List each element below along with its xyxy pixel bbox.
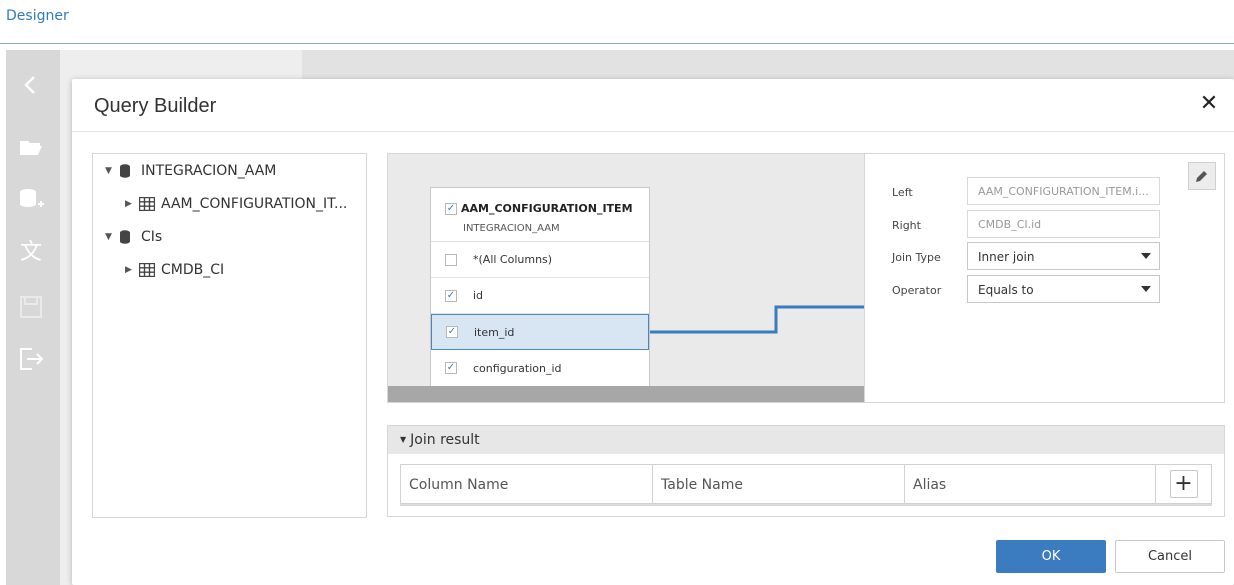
tree-item-label: AAM_CONFIGURATION_IT... [161, 196, 348, 212]
column-label: id [473, 289, 484, 302]
close-icon[interactable]: ✕ [1198, 93, 1220, 115]
left-field: AAM_CONFIGURATION_ITEM.i... [967, 177, 1160, 205]
tree-item-cmdb-ci[interactable]: ▶ CMDB_CI [125, 259, 224, 281]
column-row-selected[interactable]: ✓ item_id [431, 314, 649, 350]
join-type-value: Inner join [978, 250, 1035, 264]
diagram-table-aam-configuration-item[interactable]: ✓ AAM_CONFIGURATION_ITEM INTEGRACION_AAM… [430, 187, 650, 387]
open-folder-icon[interactable] [18, 134, 44, 160]
diagram-table-header: ✓ AAM_CONFIGURATION_ITEM INTEGRACION_AAM [431, 188, 649, 242]
database-icon [119, 164, 137, 178]
add-datasource-icon[interactable] [18, 186, 44, 212]
column-checkbox[interactable] [445, 253, 457, 266]
join-result-section: ▼ Join result Column Name Table Name Alia… [387, 425, 1225, 517]
query-builder-dialog: Query Builder ✕ ▼ INTEGRACION_AAM ▶ AAM_… [72, 79, 1234, 585]
ok-button[interactable]: OK [996, 540, 1106, 573]
title-divider [72, 131, 1234, 132]
operator-label: Operator [892, 284, 942, 297]
edit-button[interactable] [1188, 162, 1216, 190]
column-row[interactable]: *(All Columns) [431, 242, 649, 278]
join-result-title: Join result [410, 432, 480, 448]
datasource-tree: ▼ INTEGRACION_AAM ▶ AAM_CONFIGURATION_IT… [92, 153, 367, 518]
add-column-cell: + [1156, 465, 1211, 503]
collapse-caret-icon[interactable]: ▼ [400, 435, 406, 444]
table-checkbox[interactable]: ✓ [445, 202, 457, 215]
join-result-header[interactable]: ▼ Join result [388, 426, 1224, 454]
column-header-column-name[interactable]: Column Name [401, 465, 653, 503]
table-icon [139, 263, 157, 277]
column-header-alias[interactable]: Alias [905, 465, 1156, 503]
column-checkbox[interactable]: ✓ [446, 326, 458, 338]
right-label: Right [892, 219, 921, 232]
chevron-down-icon [1141, 286, 1151, 292]
join-properties-panel: Left AAM_CONFIGURATION_ITEM.i... Right C… [865, 153, 1225, 403]
column-row[interactable]: ✓ id [431, 278, 649, 314]
tree-item-label: INTEGRACION_AAM [141, 163, 277, 179]
horizontal-scrollbar[interactable] [388, 386, 864, 402]
right-field: CMDB_CI.id [967, 210, 1160, 238]
tree-item-label: CIs [141, 229, 163, 245]
grid-bottom-edge [400, 504, 1212, 506]
caret-right-icon[interactable]: ▶ [125, 265, 139, 275]
column-checkbox[interactable]: ✓ [445, 289, 457, 302]
caret-down-icon[interactable]: ▼ [105, 232, 119, 242]
add-column-button[interactable]: + [1169, 470, 1198, 498]
top-bar: Designer [0, 0, 1234, 44]
dialog-title: Query Builder [94, 95, 217, 117]
pencil-icon [1196, 171, 1207, 182]
caret-down-icon[interactable]: ▼ [105, 166, 119, 176]
join-result-grid: Column Name Table Name Alias + [400, 464, 1212, 504]
diagram-table-name: AAM_CONFIGURATION_ITEM [461, 202, 633, 215]
join-type-label: Join Type [892, 251, 941, 264]
cancel-button[interactable]: Cancel [1115, 540, 1225, 573]
caret-right-icon[interactable]: ▶ [125, 199, 139, 209]
operator-value: Equals to [978, 283, 1034, 297]
save-icon[interactable] [18, 294, 44, 320]
column-label: configuration_id [473, 361, 562, 375]
tree-item-integracion-aam[interactable]: ▼ INTEGRACION_AAM [105, 160, 276, 182]
diagram-table-source: INTEGRACION_AAM [463, 223, 560, 234]
left-label: Left [892, 186, 913, 199]
tree-item-label: CMDB_CI [161, 262, 225, 278]
column-row[interactable]: ✓ configuration_id [431, 350, 649, 386]
app-sidebar: 文 [6, 50, 60, 585]
operator-select[interactable]: Equals to [967, 275, 1160, 303]
column-header-table-name[interactable]: Table Name [653, 465, 905, 503]
back-icon[interactable] [18, 72, 44, 98]
join-type-select[interactable]: Inner join [967, 242, 1160, 270]
table-icon [139, 197, 157, 211]
translate-icon[interactable]: 文 [18, 240, 44, 266]
database-icon [119, 230, 137, 244]
chevron-down-icon [1141, 253, 1151, 259]
designer-link[interactable]: Designer [6, 8, 69, 24]
tree-item-aam-configuration-item[interactable]: ▶ AAM_CONFIGURATION_IT... [125, 193, 347, 215]
exit-icon[interactable] [18, 346, 44, 372]
column-checkbox[interactable]: ✓ [445, 362, 457, 374]
query-diagram-canvas[interactable]: ✓ AAM_CONFIGURATION_ITEM INTEGRACION_AAM… [387, 153, 865, 403]
column-label: item_id [474, 325, 515, 339]
tree-item-cis[interactable]: ▼ CIs [105, 226, 162, 248]
column-label: *(All Columns) [473, 253, 553, 266]
